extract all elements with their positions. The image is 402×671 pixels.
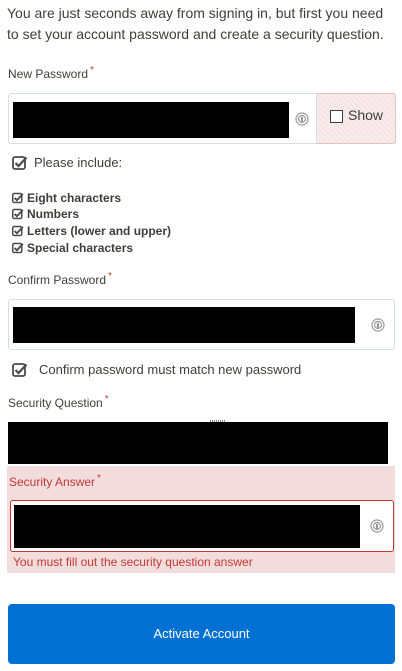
new-password-label: New Password *: [8, 65, 94, 81]
confirm-password-label-text: Confirm Password: [8, 273, 107, 287]
required-marker: *: [90, 65, 94, 76]
security-answer-label: Security Answer *: [9, 473, 101, 489]
requirement-label: Eight characters: [27, 191, 122, 205]
fingerprint-icon[interactable]: [371, 317, 385, 333]
requirement-label: Numbers: [27, 207, 80, 221]
password-match-status: Confirm password must match new password: [39, 362, 302, 377]
required-marker: *: [108, 271, 112, 282]
required-marker: *: [97, 473, 101, 484]
confirm-password-label: Confirm Password *: [8, 271, 112, 287]
show-password-label: Show: [348, 107, 384, 123]
password-setup-page: You are just seconds away from signing i…: [0, 0, 402, 671]
intro-text: You are just seconds away from signing i…: [7, 5, 384, 42]
check-square-icon: [12, 192, 24, 204]
activate-account-button[interactable]: Activate Account: [8, 604, 395, 664]
fingerprint-icon[interactable]: [295, 111, 309, 127]
security-answer-masked-value: [14, 505, 360, 548]
requirement-label: Special characters: [27, 241, 134, 255]
security-answer-input[interactable]: [10, 500, 394, 552]
requirements-heading: Please include:: [34, 155, 123, 170]
new-password-input[interactable]: [8, 93, 317, 144]
show-password-toggle[interactable]: Show: [316, 93, 396, 144]
security-question-label-text: Security Question: [8, 396, 103, 410]
security-question-label: Security Question *: [8, 394, 109, 410]
confirm-password-masked-value: [13, 307, 355, 343]
show-password-checkbox[interactable]: [330, 110, 343, 123]
check-square-icon: [12, 363, 28, 377]
security-answer-label-text: Security Answer: [9, 475, 96, 489]
new-password-label-text: New Password: [8, 67, 89, 81]
check-square-icon: [12, 225, 24, 237]
new-password-masked-value: [13, 102, 289, 138]
check-square-icon: [12, 208, 24, 220]
required-marker: *: [104, 394, 109, 405]
security-question-select[interactable]: [8, 422, 388, 464]
check-square-icon: [12, 242, 24, 254]
check-square-icon: [12, 156, 28, 170]
fingerprint-icon[interactable]: [370, 518, 384, 534]
security-answer-error: You must fill out the security question …: [13, 555, 253, 569]
requirement-label: Letters (lower and upper): [27, 224, 172, 238]
confirm-password-input[interactable]: [8, 299, 395, 350]
